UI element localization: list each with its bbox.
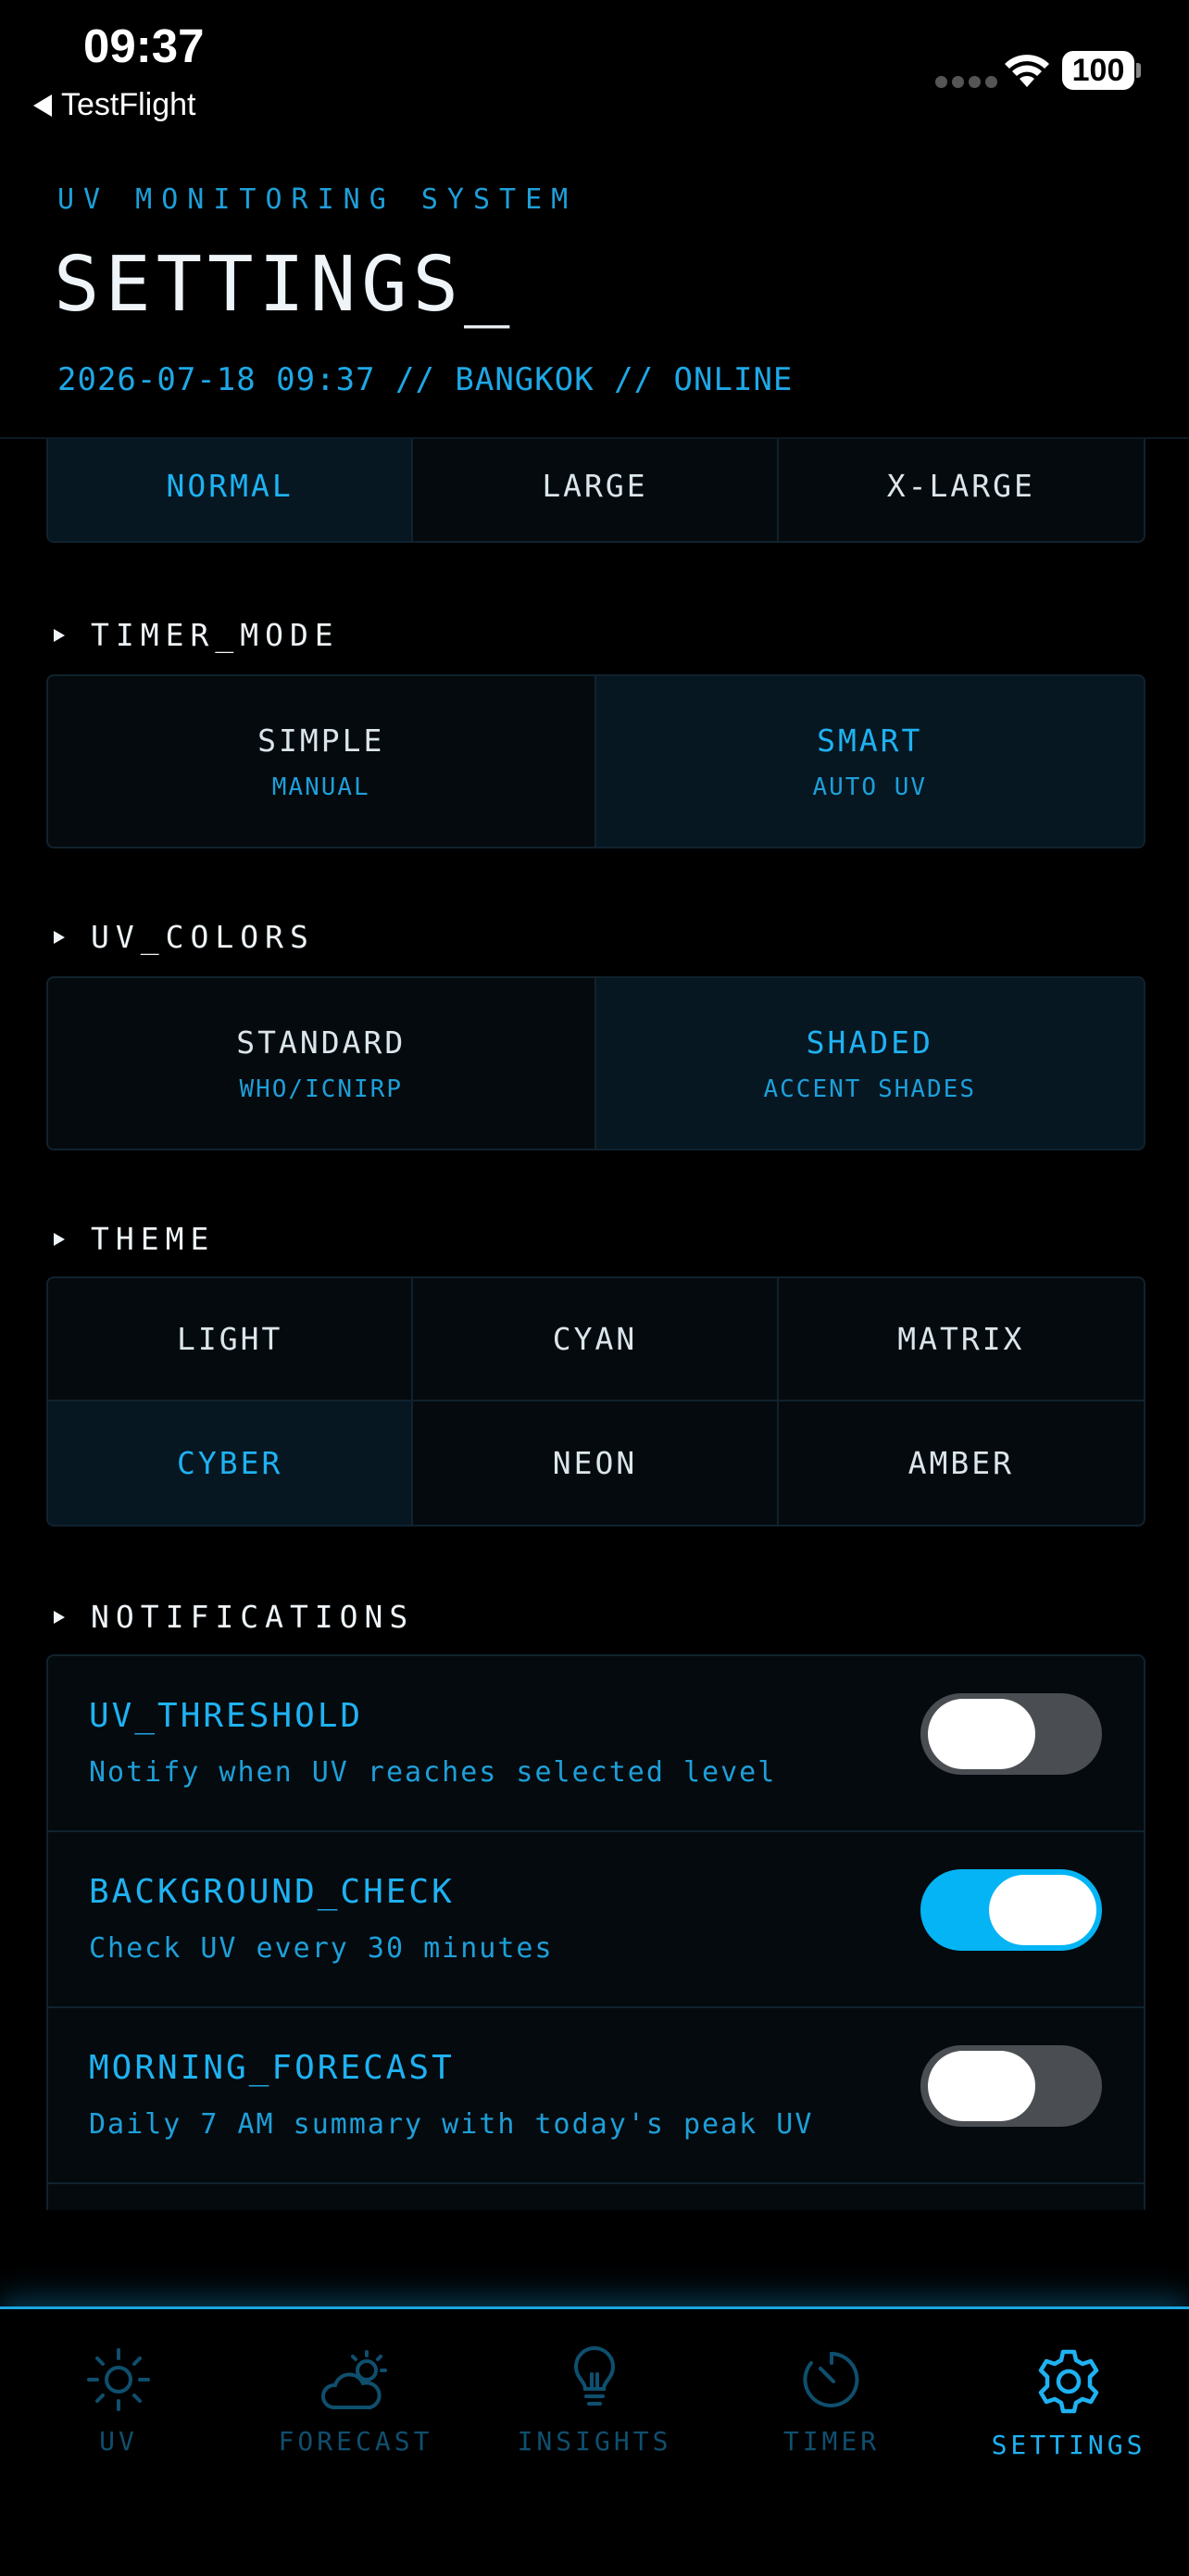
status-meta-line: 2026-07-18 09:37 // BANGKOK // ONLINE xyxy=(57,361,794,398)
theme-cyber-option[interactable]: CYBER xyxy=(48,1401,414,1525)
notification-description: Daily 7 AM summary with today's peak UV xyxy=(89,2108,814,2141)
option-sublabel: AUTO UV xyxy=(812,773,928,801)
theme-selector: LIGHT CYAN MATRIX CYBER NEON AMBER xyxy=(46,1276,1145,1527)
uv-colors-heading: UV_COLORS xyxy=(54,919,315,955)
tab-bar: UV FORECAST INSIGHTS TIMER SETTINGS xyxy=(0,2306,1189,2576)
status-bar: 09:37 TestFlight 100 xyxy=(0,0,1189,139)
battery-indicator: 100 xyxy=(1062,51,1134,90)
tab-timer[interactable]: TIMER xyxy=(713,2309,950,2494)
settings-scroll-area[interactable]: NORMAL LARGE X-LARGE TIMER_MODE SIMPLE M… xyxy=(0,439,1189,2210)
notification-row-uv-threshold: UV_THRESHOLD Notify when UV reaches sele… xyxy=(48,1656,1144,1832)
timer-mode-heading: TIMER_MODE xyxy=(54,617,340,653)
section-caret-icon xyxy=(54,1232,65,1246)
option-label: STANDARD xyxy=(236,1024,407,1061)
tab-label: FORECAST xyxy=(278,2426,433,2457)
notification-row-morning-forecast: MORNING_FORECAST Daily 7 AM summary with… xyxy=(48,2008,1144,2184)
uv-colors-heading-label: UV_COLORS xyxy=(91,919,315,955)
background-check-toggle[interactable] xyxy=(920,1869,1102,1951)
notifications-heading: NOTIFICATIONS xyxy=(54,1599,414,1635)
theme-amber-option[interactable]: AMBER xyxy=(779,1401,1144,1525)
option-sublabel: MANUAL xyxy=(271,773,370,801)
status-time: 09:37 xyxy=(83,19,205,72)
uv-threshold-toggle[interactable] xyxy=(920,1693,1102,1775)
toggle-knob xyxy=(928,2051,1035,2121)
notification-description: Notify when UV reaches selected level xyxy=(89,1756,777,1789)
text-size-selector: NORMAL LARGE X-LARGE xyxy=(46,439,1145,543)
tab-label: INSIGHTS xyxy=(517,2426,672,2457)
timer-mode-heading-label: TIMER_MODE xyxy=(91,617,340,653)
timer-mode-smart-option[interactable]: SMART AUTO UV xyxy=(595,676,1144,847)
tab-settings[interactable]: SETTINGS xyxy=(950,2309,1187,2494)
option-label: SIMPLE xyxy=(257,722,385,759)
theme-neon-option[interactable]: NEON xyxy=(413,1401,779,1525)
text-size-normal-option[interactable]: NORMAL xyxy=(48,439,414,541)
option-sublabel: WHO/ICNIRP xyxy=(239,1074,404,1103)
option-label: SHADED xyxy=(806,1024,933,1061)
notification-title: MORNING_FORECAST xyxy=(89,2049,455,2087)
battery-tip xyxy=(1136,63,1141,78)
scroll-fade xyxy=(0,2205,1189,2306)
tab-forecast[interactable]: FORECAST xyxy=(237,2309,474,2494)
timer-mode-simple-option[interactable]: SIMPLE MANUAL xyxy=(48,676,596,847)
section-caret-icon xyxy=(54,930,65,944)
lightbulb-icon xyxy=(573,2346,616,2406)
theme-matrix-option[interactable]: MATRIX xyxy=(778,1278,1144,1401)
notification-title: UV_THRESHOLD xyxy=(89,1697,364,1735)
notification-title: BACKGROUND_CHECK xyxy=(89,1873,455,1911)
uv-colors-selector: STANDARD WHO/ICNIRP SHADED ACCENT SHADES xyxy=(46,976,1145,1150)
tab-insights[interactable]: INSIGHTS xyxy=(476,2309,713,2494)
tab-uv[interactable]: UV xyxy=(0,2309,237,2494)
timer-mode-selector: SIMPLE MANUAL SMART AUTO UV xyxy=(46,674,1145,848)
theme-light-option[interactable]: LIGHT xyxy=(48,1278,414,1401)
cloud-sun-icon xyxy=(321,2350,387,2409)
back-to-testflight-link[interactable]: TestFlight xyxy=(33,87,196,123)
page-title: SETTINGS_ xyxy=(54,241,516,329)
tab-label: TIMER xyxy=(782,2426,881,2457)
sun-icon xyxy=(87,2348,150,2411)
section-caret-icon xyxy=(54,1610,65,1624)
uv-colors-standard-option[interactable]: STANDARD WHO/ICNIRP xyxy=(48,978,596,1149)
notification-description: Check UV every 30 minutes xyxy=(89,1932,554,1965)
toggle-knob xyxy=(928,1699,1035,1769)
wifi-icon xyxy=(1005,55,1049,87)
option-sublabel: ACCENT SHADES xyxy=(763,1074,976,1103)
system-kicker: UV MONITORING SYSTEM xyxy=(57,183,578,216)
page-header: UV MONITORING SYSTEM SETTINGS_ 2026-07-1… xyxy=(0,139,1189,439)
back-arrow-icon xyxy=(33,94,52,117)
tab-label: UV xyxy=(99,2426,138,2457)
theme-heading: THEME xyxy=(54,1221,215,1257)
theme-heading-label: THEME xyxy=(91,1221,216,1257)
morning-forecast-toggle[interactable] xyxy=(920,2045,1102,2127)
tab-label: SETTINGS xyxy=(991,2430,1146,2460)
notifications-heading-label: NOTIFICATIONS xyxy=(91,1599,415,1635)
toggle-knob xyxy=(989,1875,1096,1945)
option-label: SMART xyxy=(817,722,923,759)
gear-icon xyxy=(1038,2349,1099,2414)
theme-cyan-option[interactable]: CYAN xyxy=(413,1278,779,1401)
notifications-card: UV_THRESHOLD Notify when UV reaches sele… xyxy=(46,1654,1145,2210)
text-size-large-option[interactable]: LARGE xyxy=(413,439,779,541)
cellular-signal-icon xyxy=(935,76,997,88)
timer-icon xyxy=(803,2352,859,2407)
uv-colors-shaded-option[interactable]: SHADED ACCENT SHADES xyxy=(595,978,1144,1149)
text-size-xlarge-option[interactable]: X-LARGE xyxy=(779,439,1144,541)
section-caret-icon xyxy=(54,628,65,642)
notification-row-background-check: BACKGROUND_CHECK Check UV every 30 minut… xyxy=(48,1832,1144,2008)
back-link-label: TestFlight xyxy=(61,87,196,122)
